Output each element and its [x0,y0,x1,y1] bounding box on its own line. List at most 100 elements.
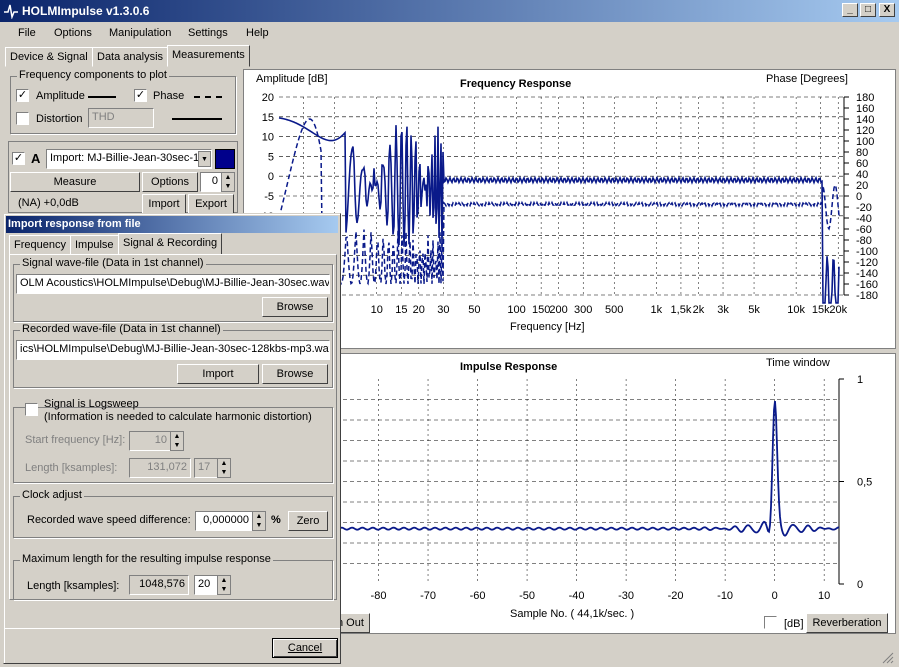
amplitude-label: Amplitude [36,90,85,102]
cancel-button[interactable]: Cancel [272,638,338,658]
dialog-title: Import response from file [6,216,338,233]
distortion-checkbox[interactable] [16,112,29,125]
start-frequency-field[interactable]: 10 [129,431,171,451]
length-label: Length [ksamples]: [25,462,118,474]
frequency-tick-label: 200 [549,304,567,316]
frequency-tick-label: 15k [812,304,830,316]
sample-tick-label: -20 [668,590,684,602]
phase-line-sample [194,96,222,98]
logsweep-label: Signal is Logsweep [44,398,139,410]
browse-signal-button[interactable]: Browse [262,297,328,317]
sample-tick-label: -30 [618,590,634,602]
impulse-response-plot[interactable]: -80 -70 -60 -50 -40 -30 -20 -10 0 10 1 0,5 0 [244,354,895,633]
signal-path-value: OLM Acoustics\HOLMImpulse\Debug\MJ-Billi… [20,277,330,289]
menu-manipulation[interactable]: Manipulation [109,27,171,39]
frequency-tick-label: 20 [413,304,425,316]
logsweep-info: (Information is needed to calculate harm… [44,411,312,423]
measurement-a-checkbox[interactable]: ✓ [12,152,25,165]
recorded-path-field[interactable]: ics\HOLMImpulse\Debug\MJ-Billie-Jean-30s… [16,340,330,360]
cancel-label: Cancel [287,642,323,654]
max-length-exp-field[interactable]: 20 [194,575,218,595]
close-button[interactable]: X [879,3,895,17]
phase-checkbox[interactable]: ✓ [134,89,147,102]
dialog-import-button[interactable]: Import [177,364,259,384]
amplitude-tick-label: 20 [262,92,274,104]
distortion-select[interactable]: THD [88,108,154,128]
distortion-label: Distortion [36,113,83,125]
start-frequency-spinner[interactable]: ▲ ▼ [170,431,184,451]
counter-value: 0 [211,175,218,187]
length-exp-spinner[interactable]: ▲ ▼ [217,458,231,478]
max-length-label: Length [ksamples]: [27,580,120,592]
menu-bar: File Options Manipulation Settings Help [0,23,899,43]
resize-grip-icon[interactable] [880,650,894,664]
measure-button[interactable]: Measure [10,172,140,192]
tab-measurements[interactable]: Measurements [167,45,250,67]
frequency-tick-label: 3k [717,304,729,316]
menu-options[interactable]: Options [54,27,92,39]
frequency-tick-label: 150 [532,304,550,316]
speed-difference-field[interactable]: 0,000000 [195,511,253,531]
counter-spinner[interactable]: ▲ ▼ [221,172,235,192]
max-length-field[interactable]: 1048,576 [129,575,189,595]
group-label: Maximum length for the resulting impulse… [20,553,273,565]
menu-help[interactable]: Help [246,27,269,39]
tab-data-analysis[interactable]: Data analysis [92,47,169,67]
tab-device-signal[interactable]: Device & Signal [5,47,93,67]
frequency-tick-label: 10k [787,304,805,316]
frequency-tick-label: 20k [829,304,847,316]
start-frequency-value: 10 [154,434,167,446]
length-field[interactable]: 131,072 [129,458,191,478]
zero-button[interactable]: Zero [288,511,328,531]
start-frequency-label: Start frequency [Hz]: [25,434,126,446]
dialog-divider [4,628,340,629]
dialog-tab-frequency[interactable]: Frequency [9,235,71,255]
frequency-tick-label: 1k [651,304,663,316]
max-length-exp-value: 20 [198,578,211,590]
distortion-select-value: THD [92,111,115,123]
frequency-tick-label: 500 [605,304,623,316]
app-icon [4,4,18,19]
amplitude-tick-label: 5 [268,151,274,163]
frequency-tick-label: 100 [507,304,525,316]
minimize-button[interactable]: _ [842,3,858,17]
speed-difference-spinner[interactable]: ▲ ▼ [252,511,266,531]
length-exp-field[interactable]: 17 [194,458,218,478]
browse-recorded-button[interactable]: Browse [262,364,328,384]
db-checkbox[interactable] [764,616,777,629]
options-button[interactable]: Options [142,172,198,192]
title-bar: HOLMImpulse v1.3.0.6 _ □ X [0,0,899,22]
group-label: Clock adjust [20,489,84,501]
export-button[interactable]: Export [188,194,234,214]
import-select[interactable]: Import: MJ-Billie-Jean-30sec-12 [46,149,212,169]
sample-tick-label: -60 [470,590,486,602]
reverberation-button[interactable]: Reverberation [806,613,888,633]
dialog-tab-signal-recording[interactable]: Signal & Recording [118,233,223,255]
phase-tick-label: -180 [856,290,878,302]
maximize-button[interactable]: □ [860,3,876,17]
amplitude-line-sample [88,96,116,98]
sample-tick-label: -80 [371,590,387,602]
signal-path-field[interactable]: OLM Acoustics\HOLMImpulse\Debug\MJ-Billi… [16,274,330,294]
frequency-tick-label: 15 [395,304,407,316]
chevron-down-icon[interactable]: ▼ [198,151,211,167]
amplitude-checkbox[interactable]: ✓ [16,89,29,102]
phase-series-line [278,118,840,286]
sample-tick-label: 0 [772,590,778,602]
dialog-tab-impulse[interactable]: Impulse [70,235,119,255]
window-title: HOLMImpulse v1.3.0.6 [22,4,150,18]
max-length-exp-spinner[interactable]: ▲ ▼ [217,575,231,595]
logsweep-checkbox[interactable] [25,403,38,416]
menu-settings[interactable]: Settings [188,27,228,39]
frequency-response-plot[interactable]: 20151050-5-10-15-20-25-30180160140120100… [244,70,895,348]
series-color-swatch[interactable] [215,149,235,169]
frequency-tick-label: 30 [437,304,449,316]
import-button[interactable]: Import [142,194,186,214]
impulse-series-line [328,401,840,537]
counter-input[interactable]: 0 [200,172,222,192]
group-label: Frequency components to plot [17,69,169,81]
db-label: [dB] [784,618,804,630]
group-label: Recorded wave-file (Data in 1st channel) [20,323,223,335]
max-length-value: 1048,576 [139,578,185,590]
menu-file[interactable]: File [18,27,36,39]
